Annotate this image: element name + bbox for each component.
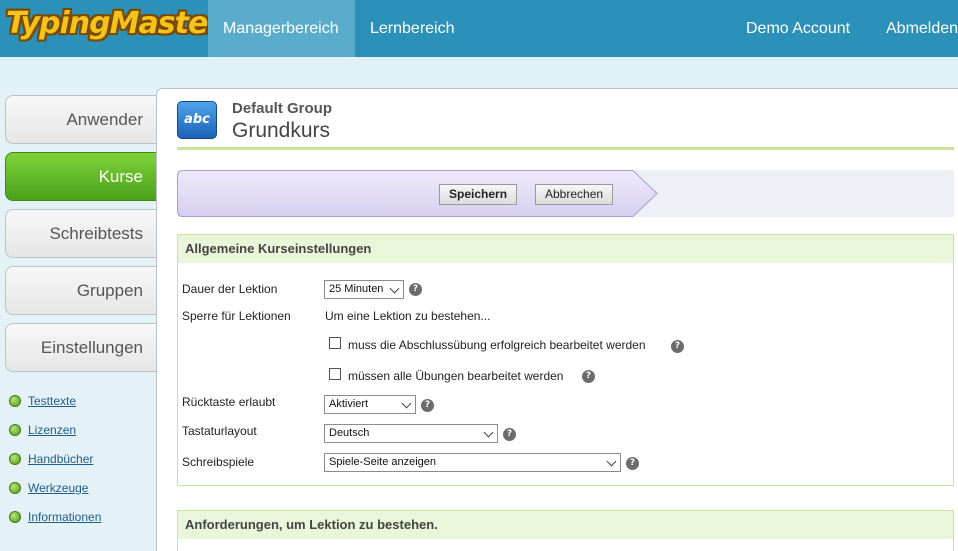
menu-groups[interactable]: Gruppen — [5, 266, 157, 315]
duration-select[interactable]: 25 Minuten — [324, 280, 404, 299]
lock-final-exercise-label: muss die Abschlussübung erfolgreich bear… — [348, 338, 646, 352]
course-abc-icon: abc — [177, 101, 217, 139]
chevron-down-icon — [483, 427, 494, 438]
requirements-section: Anforderungen, um Lektion zu bestehen. — [177, 510, 954, 551]
keyboard-layout-select[interactable]: Deutsch — [324, 424, 498, 443]
help-icon[interactable]: ? — [409, 283, 422, 296]
lock-all-exercises-label: müssen alle Übungen bearbeitet werden — [348, 369, 564, 383]
green-bullet-icon — [9, 481, 21, 494]
nav-logout[interactable]: Abmelden — [871, 0, 958, 57]
licenses-link[interactable]: Lizenzen — [28, 423, 76, 437]
nav-account[interactable]: Demo Account — [731, 0, 865, 57]
help-icon[interactable]: ? — [421, 399, 434, 412]
help-icon[interactable]: ? — [626, 457, 639, 470]
typing-games-label: Schreibspiele — [182, 455, 255, 469]
test-texts-link[interactable]: Testtexte — [28, 394, 76, 408]
general-settings-heading: Allgemeine Kurseinstellungen — [178, 235, 953, 263]
nav-manager-area[interactable]: Managerbereich — [208, 0, 355, 57]
green-bullet-icon — [9, 394, 21, 407]
help-icon[interactable]: ? — [503, 428, 516, 441]
requirements-heading: Anforderungen, um Lektion zu bestehen. — [178, 511, 953, 539]
backspace-label: Rücktaste erlaubt — [182, 395, 276, 409]
green-bullet-icon — [9, 510, 21, 523]
link-manuals: Handbücher — [9, 451, 93, 467]
green-bullet-icon — [9, 423, 21, 436]
header-strip — [0, 57, 958, 87]
information-link[interactable]: Informationen — [28, 510, 101, 524]
link-test-texts: Testtexte — [9, 393, 76, 409]
chevron-down-icon — [606, 456, 617, 467]
title-divider — [177, 147, 954, 150]
lock-description: Um eine Lektion zu bestehen... — [325, 309, 491, 323]
course-title: Grundkurs — [232, 119, 331, 142]
lock-label: Sperre für Lektionen — [182, 309, 291, 323]
save-button[interactable]: Speichern — [439, 184, 518, 205]
lock-all-exercises-checkbox[interactable] — [329, 368, 341, 380]
backspace-select[interactable]: Aktiviert — [324, 395, 416, 414]
general-settings-section: Allgemeine Kurseinstellungen — [177, 234, 954, 486]
top-navigation-bar: TypingMaster Managerbereich Lernbereich … — [0, 0, 958, 57]
menu-settings[interactable]: Einstellungen — [5, 323, 157, 372]
help-icon[interactable]: ? — [671, 340, 684, 353]
typingmaster-logo[interactable]: TypingMaster — [6, 6, 222, 41]
menu-typing-tests[interactable]: Schreibtests — [5, 209, 157, 258]
link-information: Informationen — [9, 509, 101, 525]
duration-label: Dauer der Lektion — [182, 282, 278, 296]
menu-courses[interactable]: Kurse — [5, 152, 157, 201]
nav-learning-area[interactable]: Lernbereich — [355, 0, 470, 57]
chevron-down-icon — [389, 283, 400, 294]
typing-games-select[interactable]: Spiele-Seite anzeigen — [324, 453, 621, 472]
link-licenses: Lizenzen — [9, 422, 76, 438]
keyboard-layout-label: Tastaturlayout — [182, 424, 257, 438]
help-icon[interactable]: ? — [582, 370, 595, 383]
group-name: Default Group — [232, 100, 332, 117]
manuals-link[interactable]: Handbücher — [28, 452, 93, 466]
cancel-button[interactable]: Abbrechen — [535, 184, 614, 205]
menu-users[interactable]: Anwender — [5, 95, 157, 144]
link-tools: Werkzeuge — [9, 480, 88, 496]
green-bullet-icon — [9, 452, 21, 465]
chevron-down-icon — [401, 398, 412, 409]
tools-link[interactable]: Werkzeuge — [28, 481, 88, 495]
lock-final-exercise-checkbox[interactable] — [329, 337, 341, 349]
